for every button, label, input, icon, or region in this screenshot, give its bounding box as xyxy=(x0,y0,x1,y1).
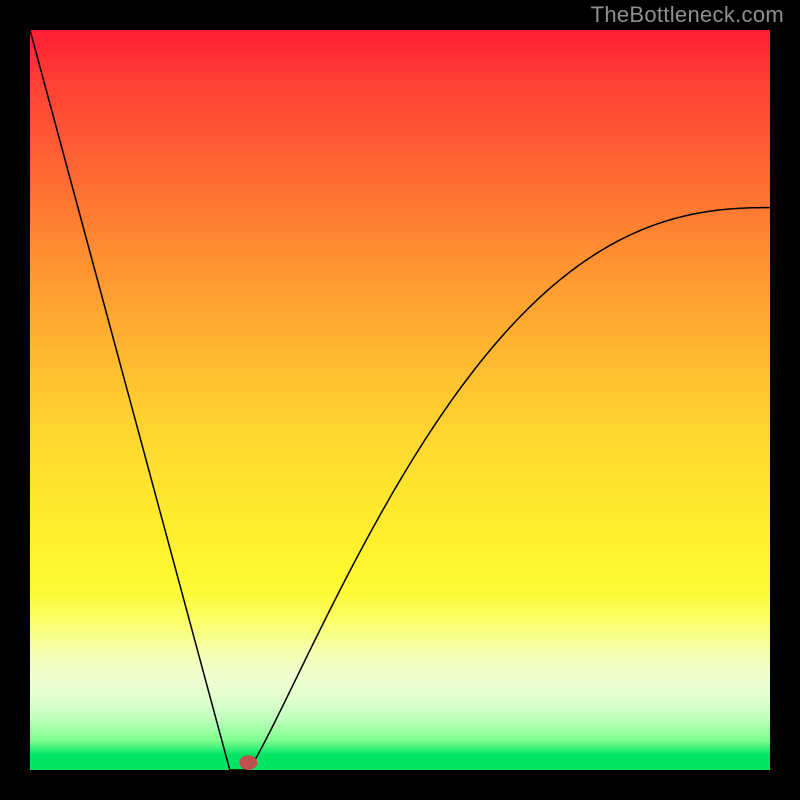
chart-frame: TheBottleneck.com xyxy=(0,0,800,800)
watermark-text: TheBottleneck.com xyxy=(591,2,784,28)
bottleneck-curve xyxy=(30,30,770,770)
minimum-marker xyxy=(239,755,257,770)
chart-svg xyxy=(30,30,770,770)
